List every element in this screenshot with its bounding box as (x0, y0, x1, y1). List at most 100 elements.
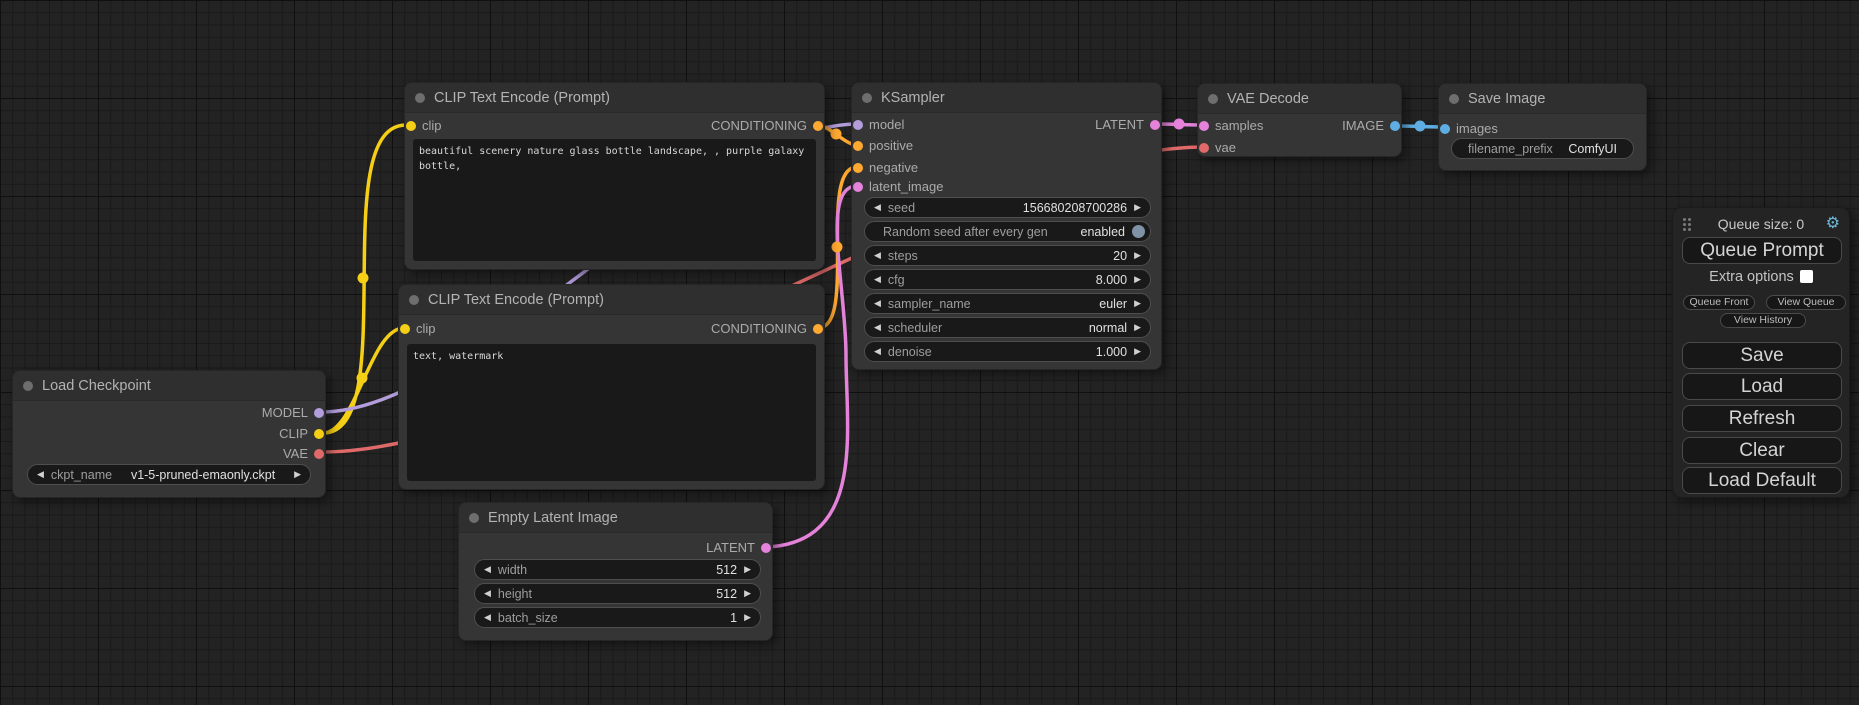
node-title-bar[interactable]: Empty Latent Image (459, 503, 772, 533)
node-title-bar[interactable]: Load Checkpoint (13, 371, 325, 401)
cfg-widget[interactable]: ◀ cfg 8.000 ▶ (864, 269, 1151, 290)
node-save-image[interactable]: Save Image images filename_prefix ComfyU… (1438, 83, 1647, 171)
increment-arrow-icon[interactable]: ▶ (1134, 250, 1141, 261)
input-label-vae: vae (1215, 139, 1236, 157)
toggle-knob-icon[interactable] (1132, 225, 1145, 238)
output-label-conditioning: CONDITIONING (711, 320, 807, 338)
output-slot-conditioning[interactable] (813, 324, 823, 334)
increment-arrow-icon[interactable]: ▶ (1134, 322, 1141, 333)
batch-size-widget[interactable]: ◀ batch_size 1 ▶ (474, 607, 761, 628)
width-widget[interactable]: ◀ width 512 ▶ (474, 559, 761, 580)
increment-arrow-icon[interactable]: ▶ (294, 469, 301, 480)
prompt-text-area[interactable]: text, watermark (407, 344, 816, 481)
collapse-dot-icon[interactable] (862, 93, 872, 103)
refresh-button[interactable]: Refresh (1682, 405, 1842, 432)
decrement-arrow-icon[interactable]: ◀ (874, 202, 881, 213)
input-slot-positive[interactable] (853, 141, 863, 151)
increment-arrow-icon[interactable]: ▶ (744, 612, 751, 623)
input-slot-samples[interactable] (1199, 121, 1209, 131)
input-slot-clip[interactable] (406, 121, 416, 131)
scheduler-widget[interactable]: ◀ scheduler normal ▶ (864, 317, 1151, 338)
node-clip-text-encode-2[interactable]: CLIP Text Encode (Prompt) clip CONDITION… (398, 284, 825, 490)
view-history-button[interactable]: View History (1720, 313, 1806, 328)
node-empty-latent-image[interactable]: Empty Latent Image LATENT ◀ width 512 ▶ … (458, 502, 773, 641)
increment-arrow-icon[interactable]: ▶ (744, 588, 751, 599)
filename-prefix-widget[interactable]: filename_prefix ComfyUI (1451, 138, 1634, 159)
slot-row: vae (1198, 139, 1401, 157)
collapse-dot-icon[interactable] (1208, 94, 1218, 104)
decrement-arrow-icon[interactable]: ◀ (484, 588, 491, 599)
output-row-vae: VAE (13, 445, 325, 463)
node-title: Load Checkpoint (42, 378, 151, 394)
decrement-arrow-icon[interactable]: ◀ (484, 564, 491, 575)
collapse-dot-icon[interactable] (415, 93, 425, 103)
decrement-arrow-icon[interactable]: ◀ (484, 612, 491, 623)
widget-value: 512 (716, 587, 737, 601)
output-slot-image[interactable] (1390, 121, 1400, 131)
collapse-dot-icon[interactable] (469, 513, 479, 523)
output-label-vae: VAE (283, 445, 308, 463)
input-slot-images[interactable] (1440, 124, 1450, 134)
comfyui-canvas[interactable]: { "colors": { "model": "#B39DDB", "clip"… (0, 0, 1859, 705)
collapse-dot-icon[interactable] (23, 381, 33, 391)
collapse-dot-icon[interactable] (409, 295, 419, 305)
node-title-bar[interactable]: CLIP Text Encode (Prompt) (405, 83, 824, 113)
collapse-dot-icon[interactable] (1449, 94, 1459, 104)
input-slot-model[interactable] (853, 120, 863, 130)
output-slot-vae[interactable] (314, 449, 324, 459)
increment-arrow-icon[interactable]: ▶ (1134, 274, 1141, 285)
decrement-arrow-icon[interactable]: ◀ (874, 274, 881, 285)
decrement-arrow-icon[interactable]: ◀ (37, 469, 44, 480)
load-default-button[interactable]: Load Default (1682, 467, 1842, 494)
node-ksampler[interactable]: KSampler model LATENT positive negative … (851, 82, 1162, 370)
height-widget[interactable]: ◀ height 512 ▶ (474, 583, 761, 604)
output-label-model: MODEL (262, 404, 308, 422)
input-slot-clip[interactable] (400, 324, 410, 334)
increment-arrow-icon[interactable]: ▶ (1134, 298, 1141, 309)
widget-label: steps (888, 249, 918, 263)
node-title: CLIP Text Encode (Prompt) (428, 292, 604, 308)
output-slot-latent[interactable] (761, 543, 771, 553)
ckpt-name-widget[interactable]: ◀ ckpt_name v1-5-pruned-emaonly.ckpt ▶ (27, 464, 311, 485)
node-title-bar[interactable]: KSampler (852, 83, 1161, 113)
widget-value: 156680208700286 (1023, 201, 1127, 215)
decrement-arrow-icon[interactable]: ◀ (874, 250, 881, 261)
node-load-checkpoint[interactable]: Load Checkpoint MODEL CLIP VAE ◀ ckpt_na… (12, 370, 326, 498)
increment-arrow-icon[interactable]: ▶ (1134, 346, 1141, 357)
load-button[interactable]: Load (1682, 373, 1842, 400)
settings-gear-icon[interactable]: ⚙ (1826, 215, 1840, 233)
extra-options-label: Extra options (1709, 269, 1794, 285)
node-title: KSampler (881, 90, 945, 106)
sampler-name-widget[interactable]: ◀ sampler_name euler ▶ (864, 293, 1151, 314)
output-slot-conditioning[interactable] (813, 121, 823, 131)
node-clip-text-encode-1[interactable]: CLIP Text Encode (Prompt) clip CONDITION… (404, 82, 825, 270)
output-slot-latent[interactable] (1150, 120, 1160, 130)
node-title-bar[interactable]: Save Image (1439, 84, 1646, 114)
input-slot-negative[interactable] (853, 163, 863, 173)
node-title-bar[interactable]: VAE Decode (1198, 84, 1401, 114)
decrement-arrow-icon[interactable]: ◀ (874, 298, 881, 309)
clear-button[interactable]: Clear (1682, 437, 1842, 464)
steps-widget[interactable]: ◀ steps 20 ▶ (864, 245, 1151, 266)
node-title-bar[interactable]: CLIP Text Encode (Prompt) (399, 285, 824, 315)
output-slot-model[interactable] (314, 408, 324, 418)
view-queue-button[interactable]: View Queue (1766, 295, 1846, 310)
prompt-text-area[interactable]: beautiful scenery nature glass bottle la… (413, 139, 816, 261)
denoise-widget[interactable]: ◀ denoise 1.000 ▶ (864, 341, 1151, 362)
save-button[interactable]: Save (1682, 342, 1842, 369)
increment-arrow-icon[interactable]: ▶ (744, 564, 751, 575)
increment-arrow-icon[interactable]: ▶ (1134, 202, 1141, 213)
queue-prompt-button[interactable]: Queue Prompt (1682, 237, 1842, 264)
input-slot-latent-image[interactable] (853, 182, 863, 192)
output-row-latent: LATENT (459, 539, 772, 557)
random-seed-toggle[interactable]: Random seed after every gen enabled (864, 221, 1151, 242)
queue-front-button[interactable]: Queue Front (1683, 295, 1755, 310)
decrement-arrow-icon[interactable]: ◀ (874, 322, 881, 333)
seed-widget[interactable]: ◀ seed 156680208700286 ▶ (864, 197, 1151, 218)
extra-options-checkbox[interactable] (1800, 270, 1813, 283)
input-slot-vae[interactable] (1199, 143, 1209, 153)
node-vae-decode[interactable]: VAE Decode samples IMAGE vae (1197, 83, 1402, 157)
decrement-arrow-icon[interactable]: ◀ (874, 346, 881, 357)
widget-value: ComfyUI (1568, 142, 1617, 156)
output-slot-clip[interactable] (314, 429, 324, 439)
